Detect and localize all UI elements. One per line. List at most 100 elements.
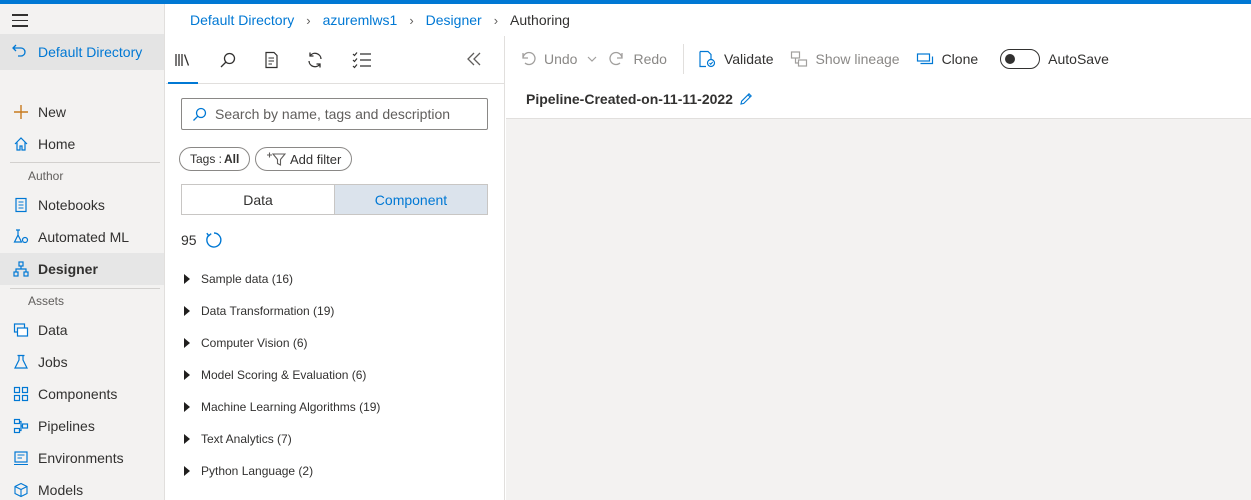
directory-label: Default Directory	[38, 44, 143, 60]
nav-item-notebooks[interactable]: Notebooks	[0, 189, 164, 221]
data-component-toggle: Data Component	[181, 184, 488, 215]
nav-item-home[interactable]: Home	[0, 128, 164, 160]
category-data-transformation[interactable]: Data Transformation (19)	[184, 301, 334, 321]
tags-label: Tags :	[190, 152, 223, 166]
models-icon	[12, 482, 30, 498]
nav-item-environments[interactable]: Environments	[0, 442, 164, 474]
automl-icon	[12, 229, 30, 245]
edit-pencil-icon[interactable]	[739, 92, 753, 106]
nav-item-new[interactable]: New	[0, 96, 164, 128]
nav-item-jobs[interactable]: Jobs	[0, 346, 164, 378]
nav-item-label: Pipelines	[38, 418, 95, 434]
validate-button[interactable]: Validate	[698, 50, 774, 68]
pipeline-canvas[interactable]	[506, 119, 1251, 500]
category-label: Machine Learning Algorithms (19)	[201, 400, 381, 414]
nav-item-data[interactable]: Data	[0, 314, 164, 346]
category-text-analytics[interactable]: Text Analytics (7)	[184, 429, 292, 449]
category-label: Sample data (16)	[201, 272, 294, 286]
default-directory-link[interactable]: Default Directory	[0, 34, 164, 70]
job-details-icon[interactable]	[261, 50, 283, 70]
nav-item-automated-ml[interactable]: Automated ML	[0, 221, 164, 253]
home-icon	[12, 136, 30, 152]
undo-dropdown-chevron-icon[interactable]	[587, 54, 597, 64]
breadcrumb: Default Directory › azuremlws1 › Designe…	[190, 10, 570, 30]
components-icon	[12, 386, 30, 402]
undo-button[interactable]: Undo	[520, 51, 577, 67]
breadcrumb-workspace[interactable]: azuremlws1	[323, 12, 398, 28]
nav-item-label: Notebooks	[38, 197, 105, 213]
nav-section-assets: Assets	[28, 294, 65, 308]
nav-section-author: Author	[28, 169, 64, 183]
category-ml-algorithms[interactable]: Machine Learning Algorithms (19)	[184, 397, 380, 417]
breadcrumb-authoring: Authoring	[510, 12, 570, 28]
nav-item-label: Environments	[38, 450, 124, 466]
nav-item-designer[interactable]: Designer	[0, 253, 164, 285]
redo-icon	[609, 51, 625, 67]
hamburger-menu-icon[interactable]	[12, 14, 28, 28]
redo-label: Redo	[633, 50, 667, 67]
add-filter-button[interactable]: Add filter	[255, 147, 353, 171]
checklist-icon[interactable]	[351, 50, 373, 70]
category-sample-data[interactable]: Sample data (16)	[184, 269, 293, 289]
toggle-switch[interactable]	[1000, 48, 1041, 69]
show-lineage-button[interactable]: Show lineage	[790, 50, 900, 68]
library-icon-bar	[166, 36, 505, 84]
caret-right-icon	[184, 466, 190, 476]
search-icon	[192, 107, 207, 122]
breadcrumb-default-directory[interactable]: Default Directory	[190, 12, 294, 28]
tab-data[interactable]: Data	[182, 185, 334, 214]
caret-right-icon	[184, 306, 190, 316]
clone-icon	[916, 51, 934, 67]
nav-item-label: Components	[38, 386, 118, 402]
undo-label: Undo	[544, 50, 578, 67]
lineage-icon	[790, 50, 808, 68]
validate-label: Validate	[723, 50, 774, 67]
nav-item-components[interactable]: Components	[0, 378, 164, 410]
nav-item-label: Home	[38, 136, 76, 152]
nav-item-label: Data	[38, 322, 68, 338]
library-books-icon[interactable]	[168, 50, 198, 84]
category-model-scoring[interactable]: Model Scoring & Evaluation (6)	[184, 365, 366, 385]
designer-toolbar: Undo Redo Validate Show lineage Clone Au…	[506, 36, 1251, 81]
category-label: Computer Vision (6)	[201, 336, 308, 350]
autosave-toggle[interactable]: AutoSave	[1000, 48, 1109, 69]
data-icon	[12, 322, 30, 338]
caret-right-icon	[184, 370, 190, 380]
add-filter-label: Add filter	[290, 151, 342, 167]
pipeline-name: Pipeline-Created-on-11-11-2022	[526, 91, 733, 107]
redo-button[interactable]: Redo	[609, 50, 667, 67]
clone-button[interactable]: Clone	[916, 50, 979, 67]
nav-item-label: Automated ML	[38, 229, 130, 245]
category-label: Text Analytics (7)	[201, 432, 292, 446]
breadcrumb-designer[interactable]: Designer	[426, 12, 482, 28]
validate-icon	[698, 50, 716, 68]
chevron-right-icon: ›	[493, 12, 499, 28]
pipelines-icon	[12, 418, 30, 434]
search-icon[interactable]	[217, 50, 239, 70]
caret-right-icon	[184, 402, 190, 412]
pipeline-title: Pipeline-Created-on-11-11-2022	[526, 91, 753, 107]
tags-filter-pill[interactable]: Tags : All	[179, 147, 251, 171]
library-search-box[interactable]	[181, 98, 488, 130]
environment-icon	[12, 450, 30, 466]
count-value: 95	[181, 232, 197, 248]
designer-icon	[12, 261, 30, 277]
back-arrow-icon	[12, 43, 28, 61]
caret-right-icon	[184, 434, 190, 444]
refresh-icon[interactable]	[205, 231, 223, 249]
clone-label: Clone	[941, 50, 979, 67]
nav-item-models[interactable]: Models	[0, 474, 164, 500]
nav-item-pipelines[interactable]: Pipelines	[0, 410, 164, 442]
category-label: Data Transformation (19)	[201, 304, 335, 318]
tab-component[interactable]: Component	[334, 185, 487, 214]
chevron-right-icon: ›	[409, 12, 414, 28]
search-input[interactable]	[215, 106, 475, 122]
caret-right-icon	[184, 338, 190, 348]
nav-item-label: Designer	[38, 261, 98, 277]
component-count: 95	[181, 231, 223, 249]
nav-item-label: Models	[38, 482, 84, 498]
category-computer-vision[interactable]: Computer Vision (6)	[184, 333, 308, 353]
category-python-language[interactable]: Python Language (2)	[184, 461, 313, 481]
refresh-icon[interactable]	[304, 50, 326, 70]
collapse-panel-icon[interactable]	[465, 50, 483, 73]
